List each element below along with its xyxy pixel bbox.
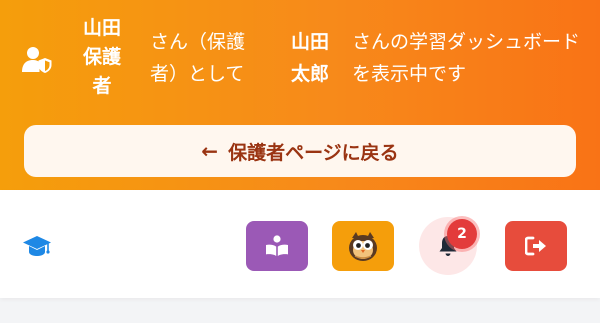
user-shield-icon <box>22 47 52 73</box>
back-to-guardian-button[interactable]: ← 保護者ページに戻る <box>24 125 576 177</box>
notification-count-badge: 2 <box>447 219 477 249</box>
logout-button[interactable] <box>505 221 567 271</box>
arrow-left-icon: ← <box>201 139 219 163</box>
top-navbar <box>0 190 600 298</box>
guardian-name: 山田保護者 <box>82 17 121 97</box>
study-button[interactable] <box>246 221 308 271</box>
banner-text-suffix: さんの学習ダッシュボードを表示中です <box>352 31 581 85</box>
character-avatar-icon <box>349 232 377 261</box>
back-button-label: 保護者ページに戻る <box>228 141 399 164</box>
sign-out-icon <box>525 236 546 256</box>
avatar-button[interactable] <box>332 221 394 271</box>
child-name: 山田太郎 <box>290 31 329 85</box>
book-reader-icon <box>266 235 288 256</box>
graduation-cap-icon[interactable] <box>22 235 52 257</box>
impersonation-banner: 山田保護者 さん（保護者）として 山田太郎 さんの学習ダッシュボードを表示中です… <box>0 0 600 190</box>
banner-text-prefix: さん（保護者）として <box>150 31 246 85</box>
